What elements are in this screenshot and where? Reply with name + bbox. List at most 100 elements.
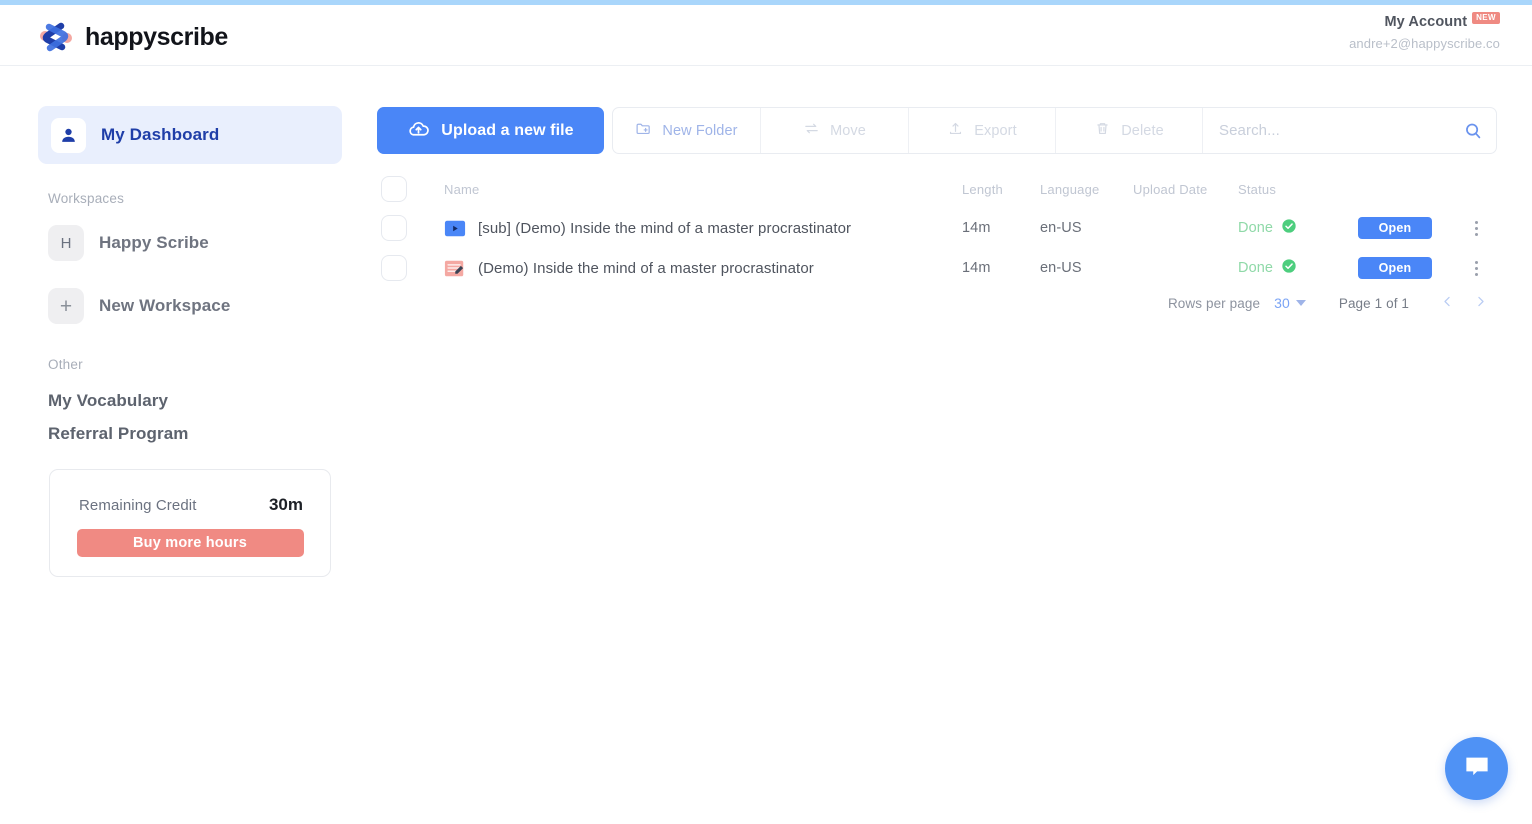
sidebar-item-my-dashboard[interactable]: My Dashboard: [38, 106, 342, 164]
toolbar-actions-group: New Folder Move Export Delete Search...: [612, 107, 1497, 154]
move-label: Move: [830, 122, 866, 139]
open-button[interactable]: Open: [1358, 257, 1432, 279]
row-select-cell: [377, 255, 419, 281]
brand-name: happyscribe: [85, 22, 228, 51]
header-upload-date[interactable]: Upload Date: [1133, 182, 1238, 197]
page-info: Page 1 of 1: [1338, 295, 1409, 311]
row-name-cell: [sub] (Demo) Inside the mind of a master…: [419, 219, 962, 238]
check-circle-icon: [1281, 258, 1297, 278]
sidebar-item-happy-scribe[interactable]: H Happy Scribe: [48, 225, 209, 261]
folder-plus-icon: [635, 120, 652, 141]
sidebar-item-referral-program[interactable]: Referral Program: [48, 424, 189, 444]
row-checkbox[interactable]: [381, 215, 407, 241]
account-email: andre+2@happyscribe.co: [1349, 36, 1500, 51]
pagination: Rows per page 30 Page 1 of 1: [377, 290, 1497, 316]
workspace-initial-avatar: H: [48, 225, 84, 261]
row-menu-cell: [1455, 218, 1497, 239]
chevron-down-icon: [1295, 300, 1306, 306]
new-badge: NEW: [1472, 12, 1500, 24]
delete-button[interactable]: Delete: [1056, 108, 1203, 153]
sidebar: My Dashboard Workspaces H Happy Scribe +…: [0, 66, 375, 824]
remaining-credit-value: 30m: [268, 495, 303, 514]
account-area[interactable]: My Account NEW andre+2@happyscribe.co: [1349, 12, 1500, 51]
rows-per-page-label: Rows per page: [1167, 295, 1261, 311]
sidebar-section-other: Other: [48, 357, 83, 372]
page-header: happyscribe My Account NEW andre+2@happy…: [0, 5, 1532, 66]
transcript-edit-icon: [444, 259, 466, 278]
sidebar-item-label: Happy Scribe: [99, 233, 209, 252]
buy-more-hours-button[interactable]: Buy more hours: [76, 529, 304, 557]
new-folder-label: New Folder: [662, 122, 738, 139]
table-row[interactable]: (Demo) Inside the mind of a master procr…: [377, 248, 1497, 288]
row-more-menu-icon[interactable]: [1472, 218, 1481, 239]
account-name[interactable]: My Account: [1384, 14, 1467, 30]
row-file-name[interactable]: (Demo) Inside the mind of a master procr…: [478, 260, 814, 277]
video-subtitle-icon: [444, 219, 466, 238]
row-file-name[interactable]: [sub] (Demo) Inside the mind of a master…: [478, 220, 851, 237]
plus-glyph: +: [59, 294, 73, 318]
cloud-upload-icon: [407, 117, 430, 145]
move-arrows-icon: [803, 120, 820, 141]
main-content: Upload a new file New Folder Move Export…: [375, 66, 1532, 824]
export-label: Export: [974, 122, 1017, 139]
row-menu-cell: [1455, 258, 1497, 279]
new-folder-button[interactable]: New Folder: [613, 108, 761, 153]
delete-label: Delete: [1121, 122, 1164, 139]
export-button[interactable]: Export: [909, 108, 1056, 153]
upload-a-new-file-button[interactable]: Upload a new file: [377, 107, 604, 154]
brand-logo[interactable]: happyscribe: [36, 17, 228, 57]
sidebar-item-my-vocabulary[interactable]: My Vocabulary: [48, 391, 168, 411]
table-row[interactable]: [sub] (Demo) Inside the mind of a master…: [377, 208, 1497, 248]
chevron-left-icon: [1440, 294, 1455, 312]
sidebar-item-new-workspace[interactable]: + New Workspace: [48, 288, 230, 324]
search-icon[interactable]: [1462, 120, 1484, 142]
chat-support-button[interactable]: [1445, 737, 1508, 800]
select-all-cell: [377, 176, 419, 202]
files-table: Name Length Language Upload Date Status: [377, 170, 1497, 288]
row-checkbox[interactable]: [381, 255, 407, 281]
select-all-checkbox[interactable]: [381, 176, 407, 202]
header-language[interactable]: Language: [1040, 182, 1133, 197]
row-select-cell: [377, 215, 419, 241]
export-upload-icon: [947, 120, 964, 141]
row-action-cell: Open: [1358, 217, 1455, 239]
header-status[interactable]: Status: [1238, 182, 1358, 197]
upload-button-label: Upload a new file: [441, 121, 574, 139]
row-action-cell: Open: [1358, 257, 1455, 279]
table-header-row: Name Length Language Upload Date Status: [377, 170, 1497, 208]
header-length[interactable]: Length: [962, 182, 1040, 197]
search-container: [1203, 108, 1496, 153]
next-page-button[interactable]: [1464, 290, 1497, 316]
search-input[interactable]: [1219, 122, 1480, 139]
previous-page-button[interactable]: [1431, 290, 1464, 316]
happyscribe-logo-icon: [36, 17, 76, 57]
row-language: en-US: [1040, 260, 1082, 276]
rows-per-page-select[interactable]: 30: [1274, 295, 1306, 311]
row-language: en-US: [1040, 220, 1082, 236]
sidebar-section-workspaces: Workspaces: [48, 191, 125, 206]
sidebar-item-label: My Dashboard: [101, 125, 220, 144]
plus-icon: +: [48, 288, 84, 324]
check-circle-icon: [1281, 218, 1297, 238]
chevron-right-icon: [1473, 294, 1488, 312]
status-badge: Done: [1238, 220, 1274, 236]
row-length: 14m: [962, 220, 991, 236]
person-icon: [51, 117, 86, 153]
row-name-cell: (Demo) Inside the mind of a master procr…: [419, 259, 962, 278]
trash-icon: [1094, 120, 1111, 141]
row-more-menu-icon[interactable]: [1472, 258, 1481, 279]
sidebar-item-label: New Workspace: [99, 296, 231, 315]
row-status-cell: Done: [1238, 258, 1358, 278]
app-root: happyscribe My Account NEW andre+2@happy…: [0, 0, 1532, 824]
row-status-cell: Done: [1238, 218, 1358, 238]
move-button[interactable]: Move: [761, 108, 909, 153]
remaining-credit-card: Remaining Credit 30m Buy more hours: [49, 469, 331, 577]
open-button[interactable]: Open: [1358, 217, 1432, 239]
row-length: 14m: [962, 260, 991, 276]
remaining-credit-label: Remaining Credit: [79, 497, 197, 514]
header-name[interactable]: Name: [419, 182, 962, 197]
status-badge: Done: [1238, 260, 1274, 276]
rows-per-page-value: 30: [1274, 295, 1290, 311]
chat-bubble-icon: [1462, 752, 1492, 785]
file-toolbar: Upload a new file New Folder Move Export…: [377, 107, 1497, 154]
